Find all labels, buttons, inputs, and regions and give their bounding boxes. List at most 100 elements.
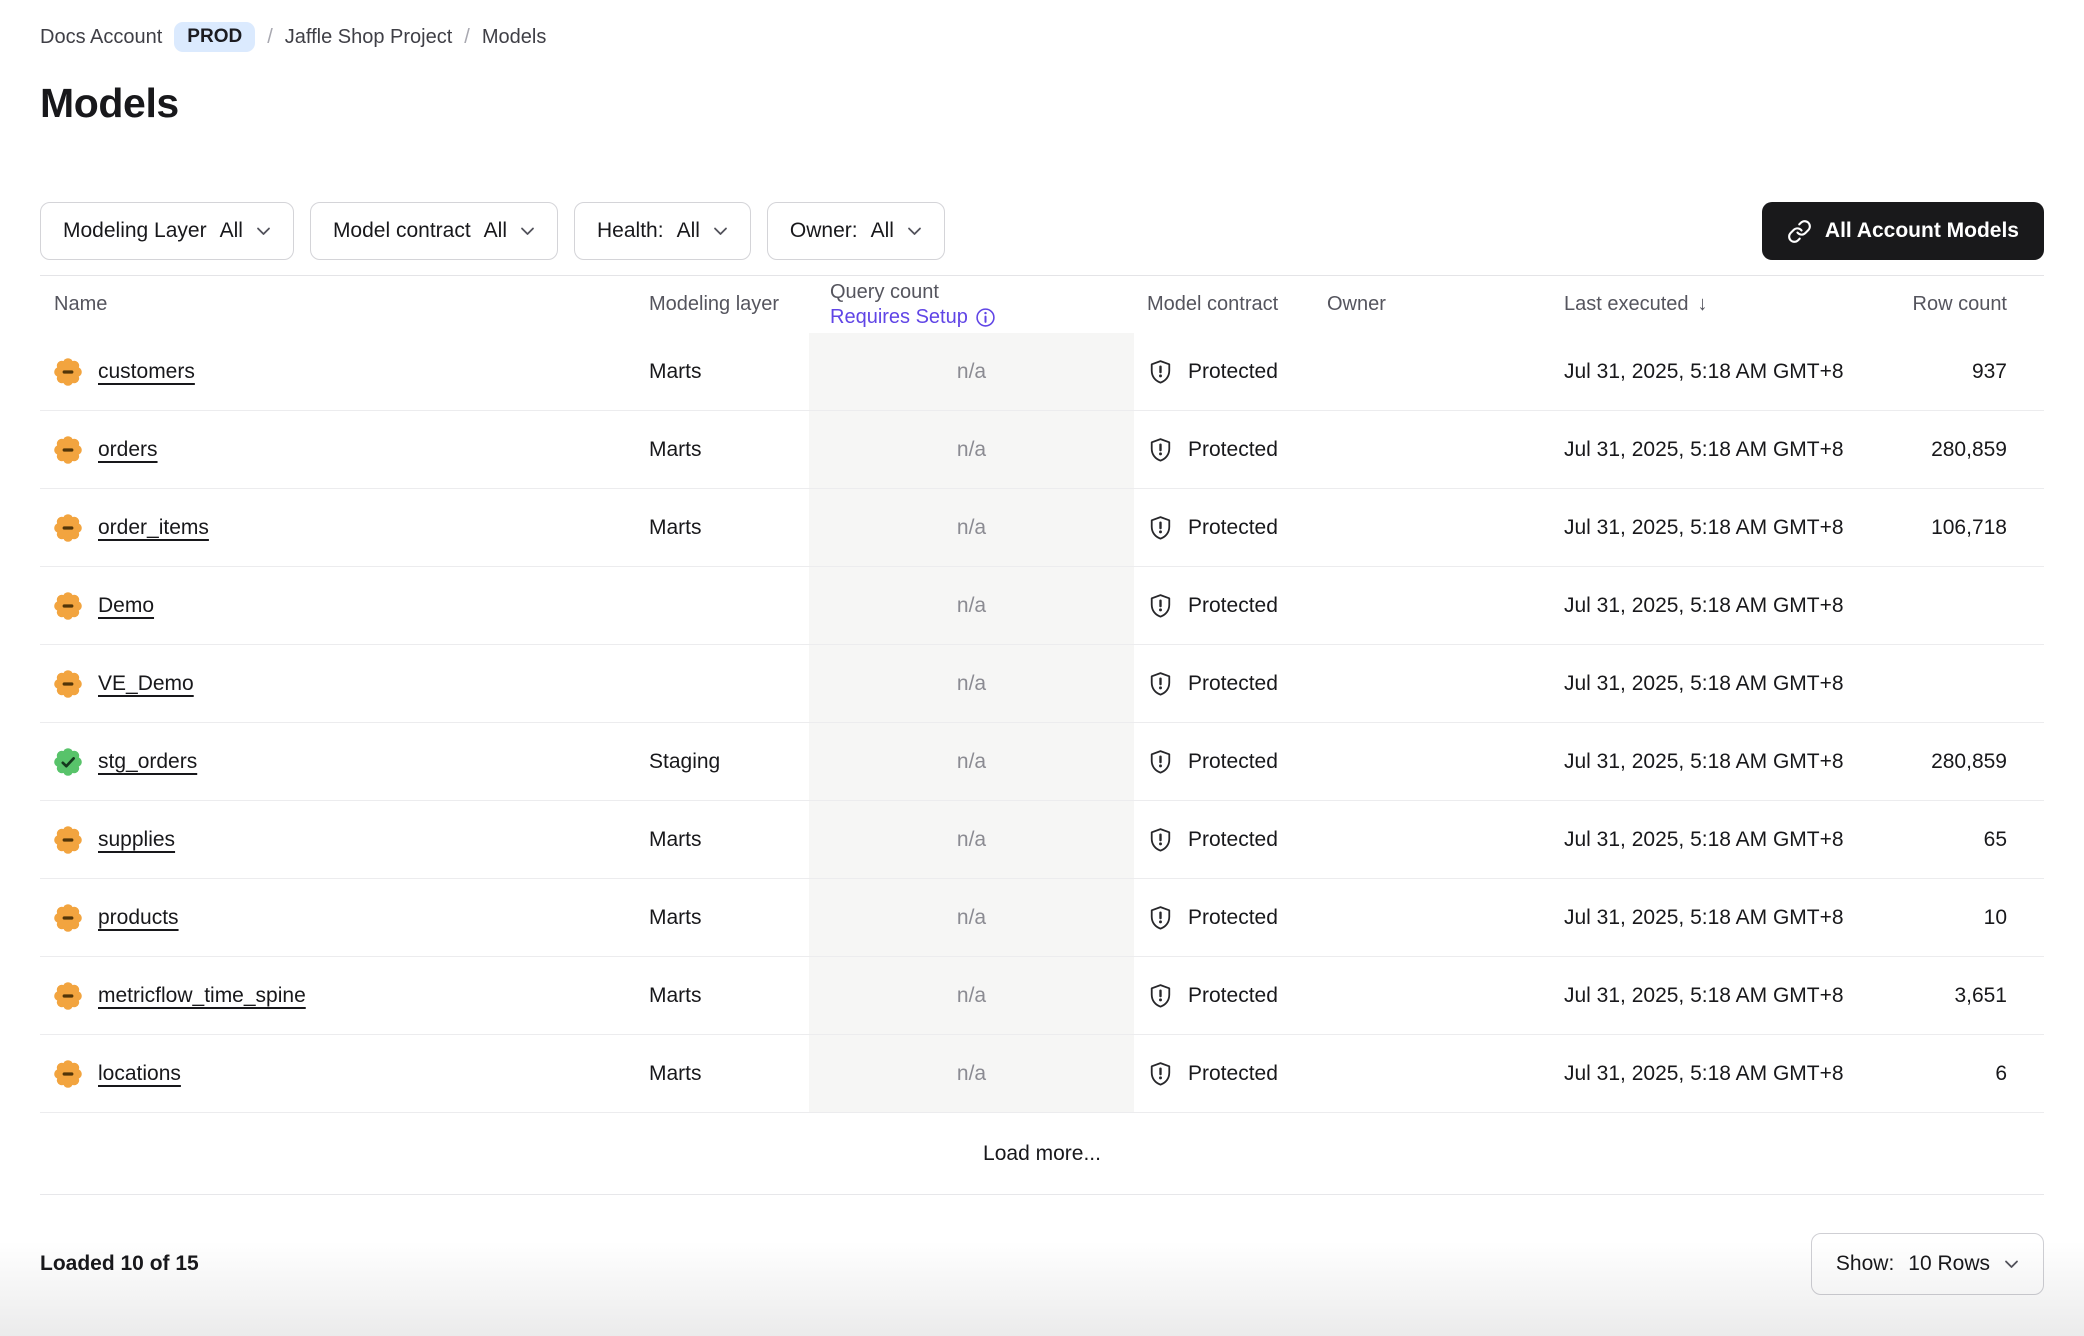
model-name-link[interactable]: orders [98,438,158,462]
chevron-down-icon [2004,1259,2019,1269]
health-status-icon [54,514,82,542]
chevron-down-icon [907,226,922,236]
last-executed-cell: Jul 31, 2025, 5:18 AM GMT+8 [1564,957,1877,1034]
page-title: Models [40,80,2044,127]
filter-owner[interactable]: Owner: All [767,202,945,260]
all-account-models-label: All Account Models [1825,219,2019,243]
column-header-name: Name [40,293,649,316]
owner-cell [1314,801,1564,878]
filter-label: Owner: [790,219,858,243]
model-name-link[interactable]: supplies [98,828,175,852]
table-row: Demo n/a Protected Jul 31, 2025, 5:18 AM… [40,567,2044,645]
breadcrumb-account-link[interactable]: Docs Account [40,26,162,49]
model-name-link[interactable]: stg_orders [98,750,197,774]
row-count-cell: 937 [1877,333,2044,410]
last-executed-cell: Jul 31, 2025, 5:18 AM GMT+8 [1564,567,1877,644]
last-executed-cell: Jul 31, 2025, 5:18 AM GMT+8 [1564,411,1877,488]
table-row: VE_Demo n/a Protected Jul 31, 2025, 5:18… [40,645,2044,723]
name-cell: locations [40,1035,649,1112]
show-rows-dropdown[interactable]: Show: 10 Rows [1811,1233,2044,1295]
chevron-down-icon [713,226,728,236]
table-row: stg_orders Staging n/a Protected Jul 31,… [40,723,2044,801]
filter-value: All [484,219,507,243]
model-name-link[interactable]: products [98,906,179,930]
owner-cell [1314,645,1564,722]
name-cell: stg_orders [40,723,649,800]
environment-badge: PROD [174,22,255,52]
name-cell: supplies [40,801,649,878]
owner-cell [1314,333,1564,410]
model-contract-cell: Protected [1134,801,1314,878]
filter-value: All [220,219,243,243]
query-count-cell: n/a [809,1035,1134,1112]
load-more-row: Load more... [40,1113,2044,1195]
filter-health[interactable]: Health: All [574,202,751,260]
model-contract-label: Protected [1188,750,1278,774]
requires-setup-label: Requires Setup [830,305,968,330]
breadcrumb-separator: / [464,26,470,49]
model-name-link[interactable]: Demo [98,594,154,618]
owner-cell [1314,489,1564,566]
filter-bar: Modeling Layer All Model contract All He… [40,202,2044,260]
health-status-icon [54,436,82,464]
filter-modeling-layer[interactable]: Modeling Layer All [40,202,294,260]
last-executed-cell: Jul 31, 2025, 5:18 AM GMT+8 [1564,489,1877,566]
model-contract-cell: Protected [1134,567,1314,644]
row-count-cell: 3,651 [1877,957,2044,1034]
query-count-cell: n/a [809,489,1134,566]
owner-cell [1314,411,1564,488]
model-contract-label: Protected [1188,984,1278,1008]
health-status-icon [54,1060,82,1088]
model-name-link[interactable]: order_items [98,516,209,540]
filter-value: All [677,219,700,243]
column-header-last-executed[interactable]: Last executed ↓ [1564,293,1877,316]
shield-icon [1147,358,1174,385]
filter-model-contract[interactable]: Model contract All [310,202,558,260]
column-header-row-count: Row count [1877,293,2044,316]
requires-setup-link[interactable]: Requires Setup [830,305,996,330]
row-count-cell: 280,859 [1877,723,2044,800]
model-contract-cell: Protected [1134,723,1314,800]
table-row: customers Marts n/a Protected Jul 31, 20… [40,333,2044,411]
model-contract-label: Protected [1188,594,1278,618]
shield-icon [1147,1060,1174,1087]
filter-value: All [871,219,894,243]
all-account-models-button[interactable]: All Account Models [1762,202,2044,260]
name-cell: customers [40,333,649,410]
name-cell: Demo [40,567,649,644]
show-label: Show: [1836,1252,1894,1276]
table-row: supplies Marts n/a Protected Jul 31, 202… [40,801,2044,879]
model-name-link[interactable]: locations [98,1062,181,1086]
name-cell: metricflow_time_spine [40,957,649,1034]
model-contract-cell: Protected [1134,411,1314,488]
breadcrumb-current-page: Models [482,26,546,49]
modeling-layer-cell: Marts [649,879,809,956]
shield-icon [1147,436,1174,463]
table-header-row: Name Modeling layer Query count Requires… [40,275,2044,333]
model-contract-label: Protected [1188,828,1278,852]
row-count-cell: 65 [1877,801,2044,878]
chevron-down-icon [520,226,535,236]
model-contract-cell: Protected [1134,333,1314,410]
models-table: Name Modeling layer Query count Requires… [40,275,2044,1195]
load-more-button[interactable]: Load more... [983,1142,1101,1166]
model-contract-label: Protected [1188,672,1278,696]
health-status-icon [54,592,82,620]
query-count-header-label: Query count [830,280,1134,305]
owner-cell [1314,879,1564,956]
table-row: products Marts n/a Protected Jul 31, 202… [40,879,2044,957]
health-status-icon [54,826,82,854]
model-name-link[interactable]: customers [98,360,195,384]
model-name-link[interactable]: metricflow_time_spine [98,984,306,1008]
name-cell: order_items [40,489,649,566]
modeling-layer-cell: Staging [649,723,809,800]
model-name-link[interactable]: VE_Demo [98,672,194,696]
model-contract-label: Protected [1188,516,1278,540]
info-icon [975,307,996,328]
owner-cell [1314,957,1564,1034]
column-header-query-count: Query count Requires Setup [809,280,1134,330]
last-executed-cell: Jul 31, 2025, 5:18 AM GMT+8 [1564,879,1877,956]
breadcrumb-project-link[interactable]: Jaffle Shop Project [285,26,453,49]
modeling-layer-cell [649,567,809,644]
name-cell: orders [40,411,649,488]
